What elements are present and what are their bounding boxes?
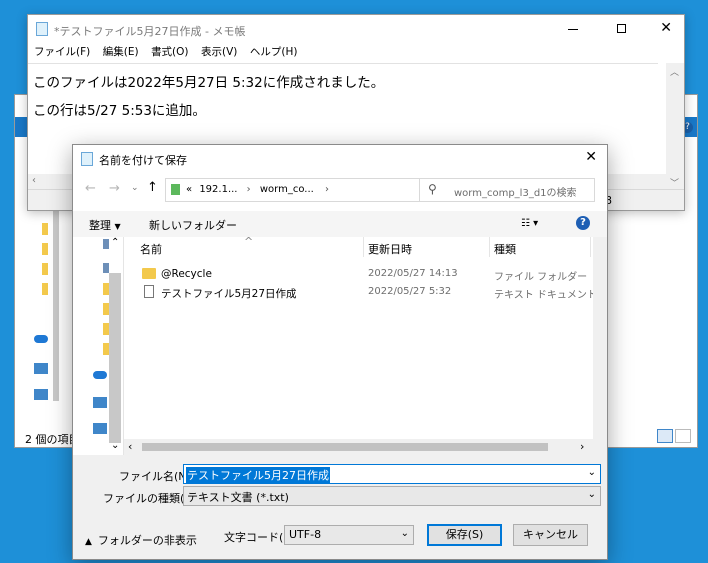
search-input[interactable]: worm_comp_l3_d1の検索 [454,184,577,199]
file-modified: 2022/05/27 5:32 [368,286,452,297]
table-row[interactable]: テストファイル5月27日作成 2022/05/27 5:32 テキスト ドキュメ… [124,283,597,301]
chevron-right-icon[interactable]: › [247,184,251,195]
encoding-select[interactable]: UTF-8 ⌄ [284,525,414,545]
hide-folders-toggle[interactable]: ▲ フォルダーの非表示 [85,532,197,548]
chevron-down-icon[interactable]: ⌄ [588,489,596,500]
notepad-vertical-scrollbar[interactable]: ︿ ﹀ [666,63,684,191]
nav-pane-scrollbar[interactable] [109,273,121,443]
notepad-titlebar[interactable]: *テストファイル5月27日作成 - メモ帳 ✕ [28,15,684,43]
forward-arrow-icon[interactable]: → [109,181,120,196]
save-button[interactable]: 保存(S) [427,524,502,546]
explorer-nav-scrollbar[interactable] [53,205,59,401]
filetype-value: テキスト文書 (*.txt) [187,491,289,504]
column-header-type[interactable]: 種類 [490,237,591,257]
scroll-right-icon[interactable]: › [580,440,584,453]
folder-icon [142,268,156,279]
scrollbar-thumb[interactable] [142,443,548,451]
file-list-vertical-scrollbar[interactable] [593,237,607,455]
onedrive-icon[interactable] [93,371,107,379]
chevron-up-icon: ▲ [85,537,92,547]
file-type: テキスト ドキュメント [494,290,597,301]
dialog-title: 名前を付けて保存 [99,154,187,167]
scroll-down-icon[interactable]: ⌄ [111,440,119,451]
text-file-icon [144,285,154,298]
column-name-label: 名前 [140,243,162,256]
file-name: @Recycle [161,268,212,280]
save-as-dialog: 名前を付けて保存 ✕ ← → ⌄ ↑ « 192.1... › worm_co.… [72,144,608,560]
encoding-value: UTF-8 [289,528,322,541]
column-type-label: 種類 [494,243,516,256]
scroll-down-icon[interactable]: ﹀ [670,176,679,189]
search-icon: ⚲ [428,182,437,196]
scroll-up-icon[interactable]: ⌃ [111,237,119,248]
view-options-icon[interactable]: ☷ ▾ [521,218,538,229]
up-arrow-icon[interactable]: ↑ [147,180,158,195]
chevron-down-icon: ▼ [114,222,121,231]
filetype-select[interactable]: テキスト文書 (*.txt) ⌄ [183,486,601,506]
recent-locations-icon[interactable]: ⌄ [131,183,139,193]
search-box[interactable]: ⚲ worm_comp_l3_d1の検索 [419,178,595,202]
details-view-icon[interactable] [657,429,673,443]
organize-button[interactable]: 整理 ▼ [89,217,121,233]
network-icon[interactable] [34,389,48,400]
folder-icon [42,263,48,275]
onedrive-icon[interactable] [34,335,48,343]
organize-label: 整理 [89,219,111,232]
breadcrumb-overflow[interactable]: « [186,184,192,195]
folder-icon [42,283,48,295]
notepad-title: *テストファイル5月27日作成 - メモ帳 [54,25,246,38]
chevron-down-icon[interactable]: ⌄ [588,467,596,478]
breadcrumb-item[interactable]: worm_co... [260,184,314,195]
file-list-horizontal-scrollbar[interactable]: ‹ › [124,439,593,455]
new-folder-button[interactable]: 新しいフォルダー [149,217,237,233]
folder-icon [42,223,48,235]
file-list: ^ 名前 更新日時 種類 サ @Recycle 2022/05/27 14:13… [124,235,608,455]
file-name: テストファイル5月27日作成 [161,288,297,300]
column-header-modified[interactable]: 更新日時 [364,237,490,257]
maximize-icon[interactable] [617,24,626,33]
pc-icon[interactable] [34,363,48,374]
minimize-icon[interactable] [568,29,578,30]
breadcrumb: « 192.1... › worm_co... › [186,184,329,195]
filename-value: テストファイル5月27日作成 [186,467,330,483]
dialog-titlebar[interactable]: 名前を付けて保存 ✕ [73,145,607,173]
menu-format[interactable]: 書式(O) [151,46,188,58]
folder-icon [42,243,48,255]
pc-icon[interactable] [93,397,107,408]
text-line-2: この行は5/27 5:53に追加。 [33,103,206,119]
file-modified: 2022/05/27 14:13 [368,268,458,279]
text-line-1: このファイルは2022年5月27日 5:32に作成されました。 [33,75,385,91]
notepad-app-icon [81,152,93,166]
drive-icon[interactable] [103,263,109,273]
chevron-right-icon[interactable]: › [325,184,329,195]
table-row[interactable]: @Recycle 2022/05/27 14:13 ファイル フォルダー [124,265,592,283]
scroll-left-icon[interactable]: ‹ [128,440,132,453]
back-arrow-icon[interactable]: ← [85,181,96,196]
chevron-down-icon[interactable]: ⌄ [401,528,409,539]
column-modified-label: 更新日時 [368,243,412,256]
hide-folders-label: フォルダーの非表示 [97,534,197,547]
file-type: ファイル フォルダー [494,272,588,283]
menu-edit[interactable]: 編集(E) [103,46,139,58]
network-icon[interactable] [93,423,107,434]
filename-input[interactable]: テストファイル5月27日作成 ⌄ [183,464,601,484]
drive-icon[interactable] [103,239,109,249]
help-icon[interactable]: ? [576,216,590,230]
scroll-up-icon[interactable]: ︿ [670,65,679,78]
column-header-name[interactable]: 名前 [124,237,364,257]
scroll-left-icon[interactable]: ‹ [32,175,36,186]
dialog-nav-pane: ⌃ ⌄ [73,237,124,455]
large-icons-view-icon[interactable] [675,429,691,443]
breadcrumb-item[interactable]: 192.1... [199,184,237,195]
menu-help[interactable]: ヘルプ(H) [250,46,298,58]
notepad-app-icon [36,22,48,36]
close-icon[interactable]: ✕ [660,20,672,36]
cancel-button[interactable]: キャンセル [513,524,588,546]
menu-view[interactable]: 表示(V) [201,46,237,58]
dialog-close-icon[interactable]: ✕ [585,149,597,165]
dialog-toolbar: 整理 ▼ 新しいフォルダー ☷ ▾ ? [73,211,607,237]
network-drive-icon [171,184,180,195]
notepad-menubar: ファイル(F) 編集(E) 書式(O) 表示(V) ヘルプ(H) [28,44,690,64]
menu-file[interactable]: ファイル(F) [34,46,90,58]
